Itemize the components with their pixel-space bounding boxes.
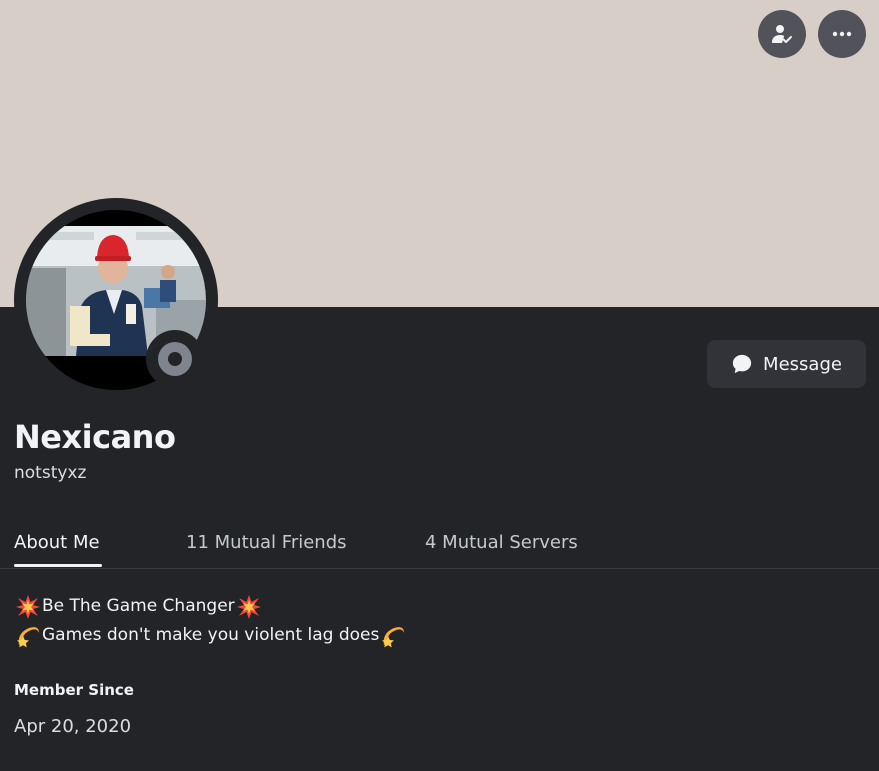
friend-status-button[interactable]	[758, 10, 806, 58]
bio-line: Games don't make you violent lag does	[14, 621, 407, 650]
user-profile-panel: Message Nexicano notstyxz About Me 11 Mu…	[0, 0, 879, 771]
profile-tabs: About Me 11 Mutual Friends 4 Mutual Serv…	[0, 530, 879, 569]
member-since-heading: Member Since	[14, 681, 134, 699]
more-options-button[interactable]	[818, 10, 866, 58]
tab-about-me[interactable]: About Me	[14, 532, 100, 553]
bio-line: Be The Game Changer	[14, 592, 407, 621]
about-me-bio: Be The Game Changer Games don't make you…	[14, 592, 407, 650]
member-since-date: Apr 20, 2020	[14, 716, 132, 737]
dizzy-emoji-icon	[382, 626, 405, 647]
username[interactable]: notstyxz	[14, 463, 86, 483]
more-dots-icon	[832, 31, 852, 37]
offline-status-icon	[158, 342, 192, 376]
message-button[interactable]: Message	[707, 340, 866, 388]
collision-emoji-icon	[236, 594, 261, 619]
bio-text: Be The Game Changer	[42, 596, 235, 616]
user-check-icon	[772, 25, 792, 43]
tab-mutual-friends[interactable]: 11 Mutual Friends	[186, 532, 347, 553]
active-tab-indicator	[14, 564, 102, 567]
chat-bubble-icon	[732, 354, 752, 374]
bio-text: Games don't make you violent lag does	[42, 625, 380, 645]
message-button-label: Message	[763, 353, 842, 375]
tab-mutual-servers[interactable]: 4 Mutual Servers	[425, 532, 578, 553]
collision-emoji-icon	[16, 594, 40, 619]
display-name: Nexicano	[14, 418, 176, 456]
dizzy-emoji-icon	[17, 626, 39, 647]
